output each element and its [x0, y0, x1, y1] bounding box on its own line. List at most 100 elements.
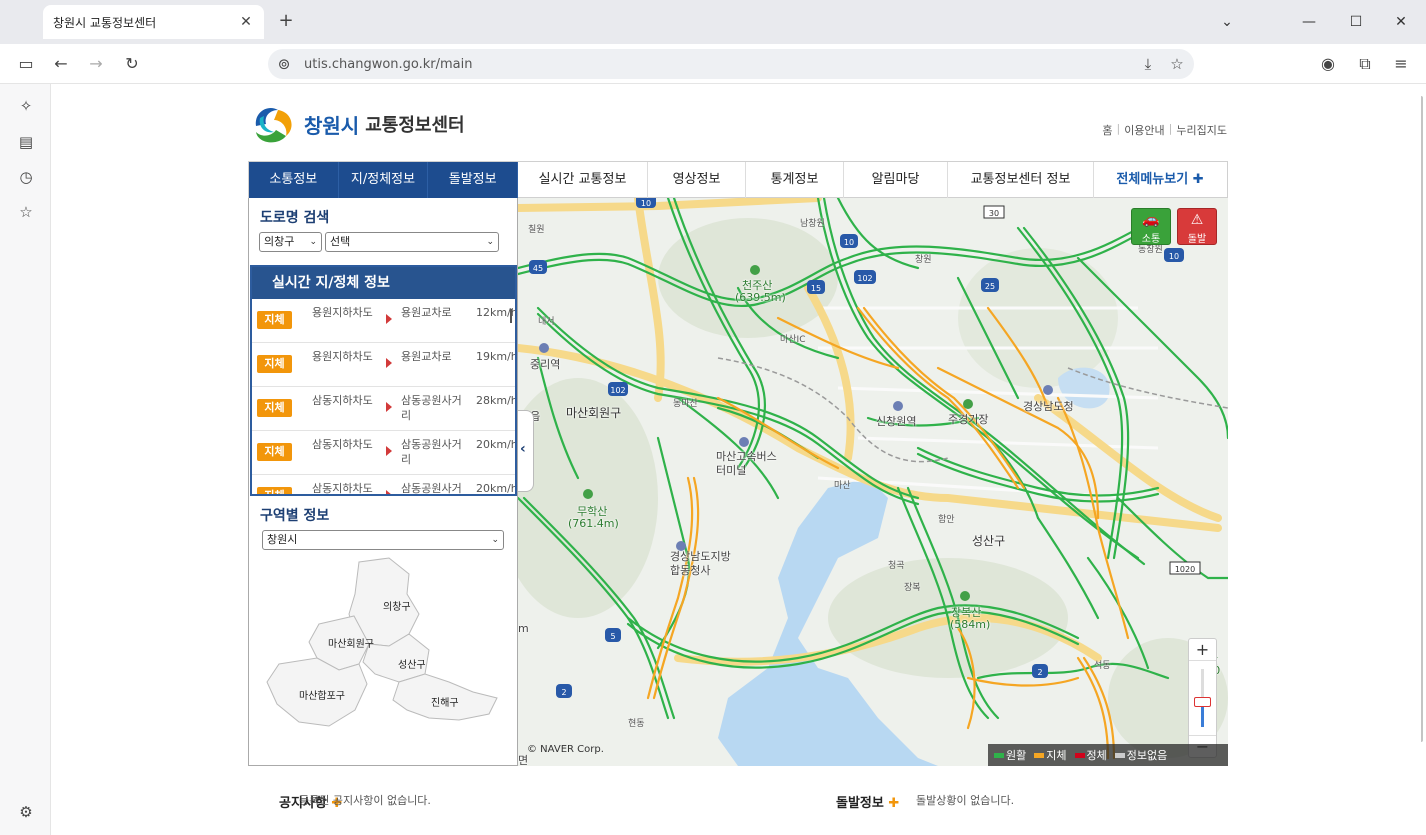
from-location: 삼동지하차도 — [312, 438, 373, 451]
list-item[interactable]: 지체 삼동지하차도 삼동공원사거리 20km/h — [252, 475, 515, 494]
menu-video[interactable]: 영상정보 — [648, 162, 746, 198]
tab-congestion-info[interactable]: 지/정체정보 — [339, 162, 429, 198]
road-select[interactable]: 선택 ⌄ — [325, 232, 499, 252]
legend-swatch — [1034, 752, 1045, 758]
district-map[interactable]: 의창구 마산회원구 성산구 마산합포구 진해구 — [259, 554, 507, 739]
address-bar[interactable]: ⊚ utis.changwon.go.kr/main ⤓ ☆ — [268, 49, 1194, 79]
city-select-value: 창원시 — [267, 533, 298, 546]
arrow-right-icon — [386, 490, 392, 494]
city-emblem-icon — [248, 102, 298, 146]
zoom-slider-handle[interactable] — [1194, 697, 1211, 707]
speed-value: 20km/h — [476, 482, 515, 494]
maximize-icon[interactable]: ☐ — [1346, 12, 1366, 32]
district-label-jinhae[interactable]: 진해구 — [431, 694, 459, 709]
install-app-icon[interactable]: ⤓ — [1138, 54, 1158, 74]
menu-realtime-traffic[interactable]: 실시간 교통정보 — [518, 162, 648, 198]
menu-center-info[interactable]: 교통정보센터 정보 — [948, 162, 1094, 198]
divider: | — [1116, 122, 1121, 135]
legend-item-jam: 정체 — [1074, 747, 1107, 763]
map-label-dongmasan: 동마산 — [673, 399, 698, 409]
list-scrollbar[interactable] — [510, 309, 512, 323]
panel-collapse-button[interactable]: ‹ — [518, 410, 534, 492]
map-label-main-stadium: 주경기장 — [948, 413, 989, 426]
district-label-masanhappo[interactable]: 마산합포구 — [299, 687, 345, 702]
reading-list-icon[interactable]: ▤ — [16, 132, 36, 152]
sitemap-link[interactable]: 누리집지도 — [1176, 122, 1227, 138]
road-num: 2 — [1037, 668, 1042, 677]
map-label-chilwon: 칠원 — [528, 225, 545, 235]
list-item[interactable]: 지체 용원지하차도 용원교차로 19km/h — [252, 343, 515, 387]
window-close-icon[interactable]: ✕ — [1391, 12, 1411, 32]
close-icon[interactable]: ✕ — [238, 14, 254, 30]
status-badge: 지체 — [257, 355, 292, 373]
menu-icon[interactable]: ≡ — [1391, 54, 1411, 74]
menu-statistics[interactable]: 통계정보 — [746, 162, 844, 198]
tab-incident-info[interactable]: 돌발정보 — [428, 162, 519, 198]
minimize-icon[interactable]: — — [1299, 12, 1319, 32]
plus-icon[interactable]: ✚ — [888, 796, 899, 811]
copilot-icon[interactable]: ✧ — [16, 96, 36, 116]
menu-all-button[interactable]: 전체메뉴보기 ✚ — [1094, 162, 1226, 198]
district-label-uichang[interactable]: 의창구 — [383, 598, 411, 613]
flow-toggle-button[interactable]: 🚗 소통 — [1131, 208, 1171, 245]
guide-link[interactable]: 이용안내 — [1124, 122, 1164, 138]
browser-tab[interactable]: 창원시 교통정보센터 ✕ — [43, 5, 264, 39]
incident-title[interactable]: 돌발정보 ✚ — [836, 792, 899, 811]
history-icon[interactable]: ◷ — [16, 167, 36, 187]
list-item[interactable]: 지체 용원지하차도 용원교차로 12km/h — [252, 299, 515, 343]
site-logo[interactable]: 창원시 교통정보센터 — [248, 102, 465, 146]
district-info-title: 구역별 정보 — [260, 508, 330, 524]
list-item[interactable]: 지체 삼동지하차도 삼동공원사거리 20km/h — [252, 431, 515, 475]
profile-icon[interactable]: ◉ — [1318, 54, 1338, 74]
from-location: 용원지하차도 — [312, 306, 373, 319]
legend-swatch — [1074, 752, 1085, 758]
traffic-legend: 원활 지체 정체 정보없음 — [988, 744, 1228, 766]
realtime-title: 실시간 지/정체 정보 — [252, 267, 515, 299]
map-label-haman: 함안 — [938, 515, 955, 525]
tab-search-chevron-icon[interactable]: ⌄ — [1217, 12, 1237, 32]
traffic-map[interactable]: 10 45 30 10 102 15 25 10 102 1020 5 2 2 — [518, 198, 1228, 766]
home-link[interactable]: 홈 — [1102, 122, 1112, 138]
map-label-gov-complex: 경상남도지방합동청사 — [670, 550, 731, 577]
from-location: 용원지하차도 — [312, 350, 373, 363]
chevron-left-icon: ‹ — [520, 441, 526, 457]
district-select-value: 의창구 — [264, 235, 295, 248]
speed-value: 20km/h — [476, 438, 515, 451]
to-location: 삼동공원사거리 — [401, 394, 462, 422]
district-select[interactable]: 의창구 ⌄ — [259, 232, 322, 252]
legend-swatch — [994, 752, 1004, 758]
district-label-seongsan[interactable]: 성산구 — [398, 656, 426, 671]
road-num: 102 — [610, 386, 625, 395]
map-label-muhak-height: (761.4m) — [568, 517, 619, 530]
favorites-icon[interactable]: ☆ — [16, 202, 36, 222]
status-badge: 지체 — [257, 311, 292, 329]
menu-notices[interactable]: 알림마당 — [844, 162, 948, 198]
realtime-list[interactable]: 지체 용원지하차도 용원교차로 12km/h 지체 용원지하차도 용원교차로 1… — [252, 299, 515, 494]
url-text: utis.changwon.go.kr/main — [304, 56, 473, 72]
tab-flow-info[interactable]: 소통정보 — [249, 162, 339, 198]
legend-label: 정보없음 — [1126, 749, 1168, 762]
new-tab-icon[interactable]: + — [276, 11, 296, 31]
map-label-jangbok-height: (584m) — [950, 618, 991, 631]
bookmark-star-icon[interactable]: ☆ — [1167, 54, 1187, 74]
city-select[interactable]: 창원시 ⌄ — [262, 530, 504, 550]
utility-links: 홈 | 이용안내 | 누리집지도 — [1102, 122, 1227, 138]
map-copyright: © NAVER Corp. — [527, 744, 604, 755]
zoom-in-button[interactable]: + — [1189, 639, 1216, 661]
site-info-icon[interactable]: ⊚ — [274, 54, 294, 74]
to-location: 용원교차로 — [401, 306, 452, 319]
back-icon[interactable]: ← — [51, 54, 71, 74]
settings-gear-icon[interactable]: ⚙ — [16, 802, 36, 822]
extensions-icon[interactable]: ⧉ — [1355, 54, 1375, 74]
legend-label: 지체 — [1046, 749, 1067, 762]
status-badge: 지체 — [257, 399, 292, 417]
warning-icon: ⚠ — [1190, 212, 1204, 228]
district-label-masanhoewon[interactable]: 마산회원구 — [328, 635, 374, 650]
reload-icon[interactable]: ↻ — [122, 54, 142, 74]
incident-button-label: 돌발 — [1187, 234, 1207, 245]
forward-icon[interactable]: → — [86, 54, 106, 74]
road-select-value: 선택 — [330, 235, 351, 248]
incident-toggle-button[interactable]: ⚠ 돌발 — [1177, 208, 1217, 245]
sidebar-toggle-icon[interactable]: ▭ — [16, 54, 36, 74]
list-item[interactable]: 지체 삼동지하차도 삼동공원사거리 28km/h — [252, 387, 515, 431]
